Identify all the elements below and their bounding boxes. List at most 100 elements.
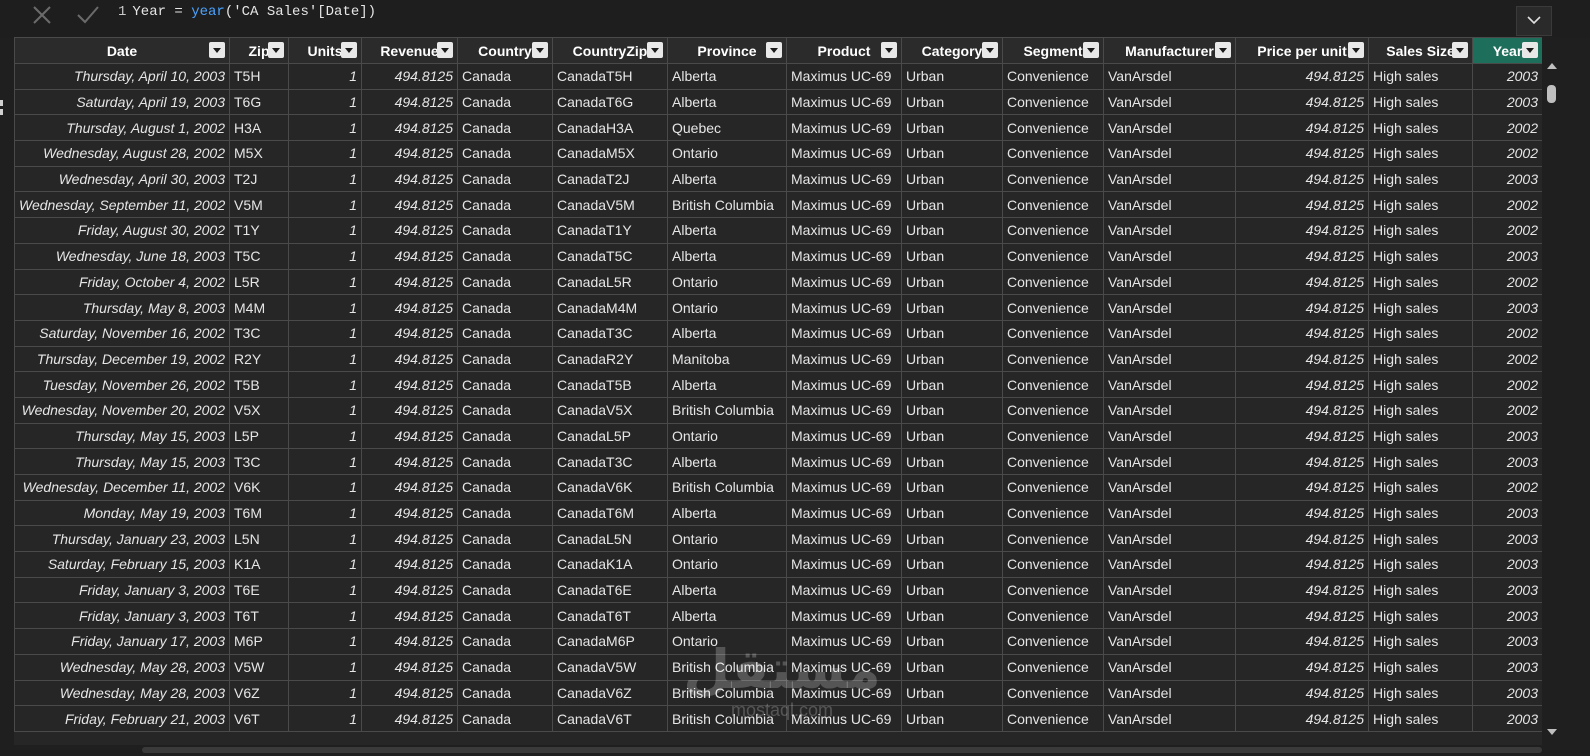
cell-province[interactable]: Ontario: [667, 294, 787, 321]
cell-product[interactable]: Maximus UC-69: [786, 217, 902, 244]
scroll-down-icon[interactable]: [1547, 729, 1557, 735]
cell-salessize[interactable]: High sales: [1368, 705, 1473, 732]
cell-date[interactable]: Wednesday, May 28, 2003: [14, 679, 230, 707]
cell-country[interactable]: Canada: [457, 422, 553, 450]
cell-manufacturer[interactable]: VanArsdel: [1103, 422, 1236, 450]
cell-category[interactable]: Urban: [901, 114, 1003, 142]
cell-date[interactable]: Friday, January 3, 2003: [14, 602, 230, 630]
cell-segment[interactable]: Convenience: [1002, 345, 1104, 373]
cell-zip[interactable]: T2J: [229, 165, 289, 193]
cell-product[interactable]: Maximus UC-69: [786, 140, 902, 167]
cell-manufacturer[interactable]: VanArsdel: [1103, 679, 1236, 707]
cell-units[interactable]: 1: [288, 217, 362, 244]
cell-revenue[interactable]: 494.8125: [361, 576, 458, 604]
cell-salessize[interactable]: High sales: [1368, 114, 1473, 142]
cell-zip[interactable]: T5B: [229, 371, 289, 398]
cell-category[interactable]: Urban: [901, 242, 1003, 270]
cell-salessize[interactable]: High sales: [1368, 422, 1473, 450]
cell-province[interactable]: Alberta: [667, 63, 787, 90]
cell-price[interactable]: 494.8125: [1235, 217, 1369, 244]
cell-countryzip[interactable]: CanadaV6T: [552, 705, 668, 732]
cell-province[interactable]: Ontario: [667, 140, 787, 167]
cell-year[interactable]: 2002: [1472, 319, 1542, 347]
cell-product[interactable]: Maximus UC-69: [786, 345, 902, 373]
cell-country[interactable]: Canada: [457, 551, 553, 578]
cell-price[interactable]: 494.8125: [1235, 191, 1369, 219]
cell-year[interactable]: 2002: [1472, 191, 1542, 219]
cell-countryzip[interactable]: CanadaK1A: [552, 551, 668, 578]
cell-units[interactable]: 1: [288, 653, 362, 681]
cell-segment[interactable]: Convenience: [1002, 679, 1104, 707]
cell-country[interactable]: Canada: [457, 217, 553, 244]
cell-product[interactable]: Maximus UC-69: [786, 319, 902, 347]
cell-date[interactable]: Thursday, May 15, 2003: [14, 448, 230, 475]
cell-segment[interactable]: Convenience: [1002, 705, 1104, 732]
cell-year[interactable]: 2002: [1472, 114, 1542, 142]
cell-category[interactable]: Urban: [901, 653, 1003, 681]
cell-zip[interactable]: V6Z: [229, 679, 289, 707]
cell-date[interactable]: Wednesday, April 30, 2003: [14, 165, 230, 193]
cell-segment[interactable]: Convenience: [1002, 602, 1104, 630]
cell-salessize[interactable]: High sales: [1368, 345, 1473, 373]
cell-revenue[interactable]: 494.8125: [361, 165, 458, 193]
cell-manufacturer[interactable]: VanArsdel: [1103, 114, 1236, 142]
cell-province[interactable]: British Columbia: [667, 191, 787, 219]
cell-category[interactable]: Urban: [901, 191, 1003, 219]
cell-segment[interactable]: Convenience: [1002, 628, 1104, 655]
cell-salessize[interactable]: High sales: [1368, 551, 1473, 578]
cell-countryzip[interactable]: CanadaT6G: [552, 88, 668, 116]
cell-zip[interactable]: T6E: [229, 576, 289, 604]
table-row[interactable]: Friday, January 3, 2003 T6T 1 494.8125 Canad…: [14, 602, 1542, 630]
cell-countryzip[interactable]: CanadaT5H: [552, 63, 668, 90]
cell-countryzip[interactable]: CanadaM4M: [552, 294, 668, 321]
cell-units[interactable]: 1: [288, 191, 362, 219]
cell-salessize[interactable]: High sales: [1368, 602, 1473, 630]
cell-category[interactable]: Urban: [901, 345, 1003, 373]
cell-salessize[interactable]: High sales: [1368, 217, 1473, 244]
cell-province[interactable]: British Columbia: [667, 474, 787, 501]
cell-year[interactable]: 2002: [1472, 371, 1542, 398]
cell-date[interactable]: Friday, January 3, 2003: [14, 576, 230, 604]
cell-province[interactable]: Ontario: [667, 268, 787, 296]
cell-product[interactable]: Maximus UC-69: [786, 576, 902, 604]
cell-revenue[interactable]: 494.8125: [361, 602, 458, 630]
cell-price[interactable]: 494.8125: [1235, 242, 1369, 270]
cell-province[interactable]: Alberta: [667, 448, 787, 475]
cell-manufacturer[interactable]: VanArsdel: [1103, 345, 1236, 373]
cell-country[interactable]: Canada: [457, 319, 553, 347]
cell-category[interactable]: Urban: [901, 602, 1003, 630]
cell-units[interactable]: 1: [288, 705, 362, 732]
filter-dropdown-icon[interactable]: [647, 42, 663, 58]
cell-manufacturer[interactable]: VanArsdel: [1103, 294, 1236, 321]
cell-segment[interactable]: Convenience: [1002, 422, 1104, 450]
cell-zip[interactable]: M4M: [229, 294, 289, 321]
cell-units[interactable]: 1: [288, 319, 362, 347]
cell-province[interactable]: Alberta: [667, 602, 787, 630]
cell-salessize[interactable]: High sales: [1368, 294, 1473, 321]
cell-manufacturer[interactable]: VanArsdel: [1103, 191, 1236, 219]
cell-salessize[interactable]: High sales: [1368, 653, 1473, 681]
column-header-country[interactable]: Country: [457, 37, 553, 64]
cell-segment[interactable]: Convenience: [1002, 319, 1104, 347]
cell-manufacturer[interactable]: VanArsdel: [1103, 217, 1236, 244]
cell-date[interactable]: Wednesday, May 28, 2003: [14, 653, 230, 681]
filter-dropdown-icon[interactable]: [209, 42, 225, 58]
cell-revenue[interactable]: 494.8125: [361, 551, 458, 578]
filter-dropdown-icon[interactable]: [1522, 42, 1538, 58]
column-header-units[interactable]: Units: [288, 37, 362, 64]
cell-countryzip[interactable]: CanadaT5C: [552, 242, 668, 270]
cell-country[interactable]: Canada: [457, 396, 553, 424]
cell-salessize[interactable]: High sales: [1368, 448, 1473, 475]
cell-segment[interactable]: Convenience: [1002, 242, 1104, 270]
cell-salessize[interactable]: High sales: [1368, 499, 1473, 527]
cell-country[interactable]: Canada: [457, 679, 553, 707]
cell-price[interactable]: 494.8125: [1235, 294, 1369, 321]
cell-country[interactable]: Canada: [457, 371, 553, 398]
expand-formula-button[interactable]: [1516, 6, 1552, 36]
cell-product[interactable]: Maximus UC-69: [786, 448, 902, 475]
cell-segment[interactable]: Convenience: [1002, 191, 1104, 219]
table-row[interactable]: Thursday, December 19, 2002 R2Y 1 494.8125 C…: [14, 345, 1542, 373]
cell-category[interactable]: Urban: [901, 165, 1003, 193]
cell-product[interactable]: Maximus UC-69: [786, 602, 902, 630]
cell-date[interactable]: Thursday, January 23, 2003: [14, 525, 230, 553]
